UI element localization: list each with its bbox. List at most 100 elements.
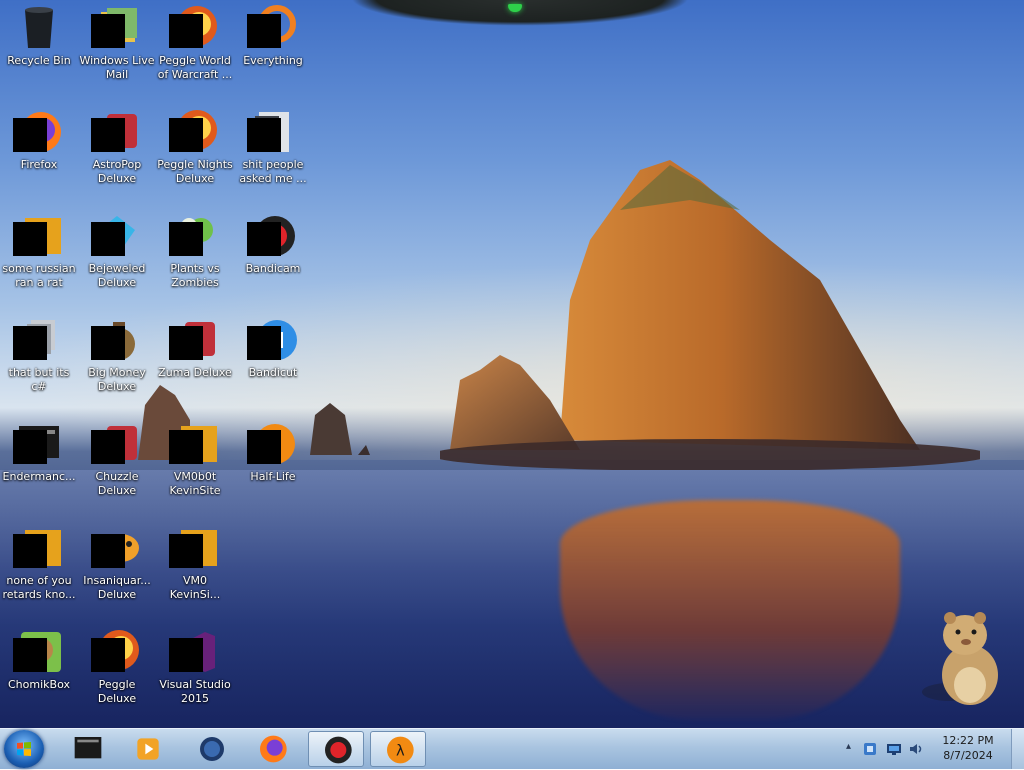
clock-date: 8/7/2024 bbox=[943, 749, 993, 762]
redaction-box bbox=[247, 14, 281, 48]
desktop-icon[interactable]: Insaniquar... Deluxe bbox=[78, 520, 156, 602]
desktop-icon-label: Windows Live Mail bbox=[79, 54, 155, 81]
network-icon[interactable] bbox=[886, 741, 902, 757]
record-icon bbox=[247, 212, 297, 260]
desktop-icon[interactable]: VM0 KevinSi... bbox=[156, 520, 234, 602]
desktop-icon[interactable]: none of you retards kno... bbox=[0, 520, 78, 602]
taskbar-button-half-life[interactable]: λ bbox=[370, 731, 426, 767]
desktop[interactable]: Recycle Bin Windows Live Mail Peggle World… bbox=[0, 0, 1024, 728]
redaction-box bbox=[247, 118, 281, 152]
desktop-icon[interactable]: Visual Studio 2015 bbox=[156, 624, 234, 706]
taskbar-button-media-player[interactable] bbox=[120, 731, 176, 767]
desktop-icon-label: ChomikBox bbox=[8, 678, 70, 691]
redaction-box bbox=[13, 222, 47, 256]
desktop-icon-label: Plants vs Zombies bbox=[170, 262, 220, 289]
desktop-icon-label: AstroPop Deluxe bbox=[92, 158, 142, 185]
redaction-box bbox=[91, 118, 125, 152]
desktop-icon-label: Peggle Nights Deluxe bbox=[157, 158, 233, 185]
desktop-icon-label: Bandicam bbox=[245, 262, 301, 275]
desktop-icon[interactable]: Peggle Deluxe bbox=[78, 624, 156, 706]
game-icon bbox=[169, 316, 219, 364]
desktop-icon-label: Recycle Bin bbox=[7, 54, 71, 67]
redaction-box bbox=[169, 326, 203, 360]
globe-icon bbox=[196, 733, 228, 765]
desktop-icon[interactable]: Peggle Nights Deluxe bbox=[156, 104, 234, 186]
desktop-icon-label: Visual Studio 2015 bbox=[159, 678, 231, 705]
desktop-icon[interactable]: shit people asked me ... bbox=[234, 104, 312, 186]
desktop-icon-label: Insaniquar... Deluxe bbox=[83, 574, 151, 601]
redaction-box bbox=[247, 222, 281, 256]
game-icon bbox=[91, 108, 141, 156]
tray-app-icon[interactable] bbox=[862, 741, 878, 757]
desktop-icon[interactable]: Recycle Bin bbox=[0, 0, 78, 68]
desktop-icon[interactable]: Windows Live Mail bbox=[78, 0, 156, 82]
taskbar-button-globe[interactable] bbox=[184, 731, 240, 767]
desktop-icon[interactable]: Bejeweled Deluxe bbox=[78, 208, 156, 290]
fish-icon bbox=[91, 524, 141, 572]
recycle-bin-icon bbox=[15, 4, 63, 52]
redaction-box bbox=[13, 118, 47, 152]
clock-time: 12:22 PM bbox=[942, 734, 994, 747]
start-button[interactable] bbox=[4, 730, 44, 768]
desktop-icon[interactable]: ChomikBox bbox=[0, 624, 78, 692]
desktop-icon[interactable]: Bandicam bbox=[234, 208, 312, 276]
folder-icon bbox=[247, 108, 297, 156]
desktop-icon-label: VM0 KevinSi... bbox=[169, 574, 221, 601]
desktop-icon[interactable]: some russian ran a rat bbox=[0, 208, 78, 290]
app-icon bbox=[13, 212, 63, 260]
volume-icon[interactable] bbox=[908, 741, 924, 757]
app-icon bbox=[169, 524, 219, 572]
redaction-box bbox=[13, 326, 47, 360]
desktop-icon[interactable]: Endermanc... bbox=[0, 416, 78, 484]
desktop-icon[interactable]: Big Money Deluxe bbox=[78, 312, 156, 394]
app-icon bbox=[13, 524, 63, 572]
gadget-led bbox=[508, 4, 522, 12]
desktop-icon[interactable]: Everything bbox=[234, 0, 312, 68]
redaction-box bbox=[247, 430, 281, 464]
desktop-icon-label: some russian ran a rat bbox=[2, 262, 76, 289]
redaction-box bbox=[13, 430, 47, 464]
desktop-icon-label: Chuzzle Deluxe bbox=[95, 470, 139, 497]
windows-logo-icon bbox=[17, 742, 31, 756]
hamster-sticker bbox=[922, 612, 998, 705]
desktop-icon-label: Peggle Deluxe bbox=[97, 678, 137, 705]
desktop-icon[interactable]: Firefox bbox=[0, 104, 78, 172]
show-desktop-button[interactable] bbox=[1011, 729, 1024, 769]
desktop-icon-label: VM0b0t KevinSite bbox=[169, 470, 221, 497]
system-tray: ▴ 12:22 PM 8/7/2024 bbox=[844, 729, 1024, 769]
desktop-icon[interactable]: Chuzzle Deluxe bbox=[78, 416, 156, 498]
taskbar-button-firefox[interactable] bbox=[244, 731, 300, 767]
taskbar-button-terminal[interactable] bbox=[60, 731, 116, 767]
half-life-icon: λ bbox=[247, 420, 297, 468]
desktop-icon[interactable]: VM0b0t KevinSite bbox=[156, 416, 234, 498]
desktop-icon-label: shit people asked me ... bbox=[239, 158, 307, 185]
taskbar-button-bandicam[interactable] bbox=[308, 731, 364, 767]
desktop-icon-label: Firefox bbox=[20, 158, 58, 171]
redaction-box bbox=[169, 534, 203, 568]
desktop-icon[interactable]: Peggle World of Warcraft ... bbox=[156, 0, 234, 82]
desktop-icon[interactable]: Zuma Deluxe bbox=[156, 312, 234, 380]
wallpaper-reflection bbox=[560, 500, 900, 720]
file-icon bbox=[13, 316, 63, 364]
desktop-icon[interactable]: Bandicut bbox=[234, 312, 312, 380]
clock[interactable]: 12:22 PM 8/7/2024 bbox=[938, 733, 998, 763]
peggle-icon bbox=[91, 628, 141, 676]
redaction-box bbox=[91, 14, 125, 48]
desktop-icon-label: Half-Life bbox=[250, 470, 296, 483]
search-icon bbox=[247, 4, 297, 52]
desktop-icon-label: Zuma Deluxe bbox=[158, 366, 232, 379]
desktop-icon[interactable]: Plants vs Zombies bbox=[156, 208, 234, 290]
desktop-icon[interactable]: λ Half-Life bbox=[234, 416, 312, 484]
desktop-icon[interactable]: that but its c# bbox=[0, 312, 78, 394]
terminal-icon bbox=[13, 420, 63, 468]
half-life-icon: λ bbox=[383, 734, 415, 766]
plant-icon bbox=[169, 212, 219, 260]
desktop-icon-label: Endermanc... bbox=[2, 470, 76, 483]
redaction-box bbox=[91, 638, 125, 672]
desktop-icon-label: Bejeweled Deluxe bbox=[88, 262, 146, 289]
redaction-box bbox=[91, 430, 125, 464]
desktop-icon-label: Big Money Deluxe bbox=[88, 366, 146, 393]
desktop-icon[interactable]: AstroPop Deluxe bbox=[78, 104, 156, 186]
show-hidden-icons-button[interactable]: ▴ bbox=[846, 741, 851, 752]
visual-studio-icon bbox=[169, 628, 219, 676]
